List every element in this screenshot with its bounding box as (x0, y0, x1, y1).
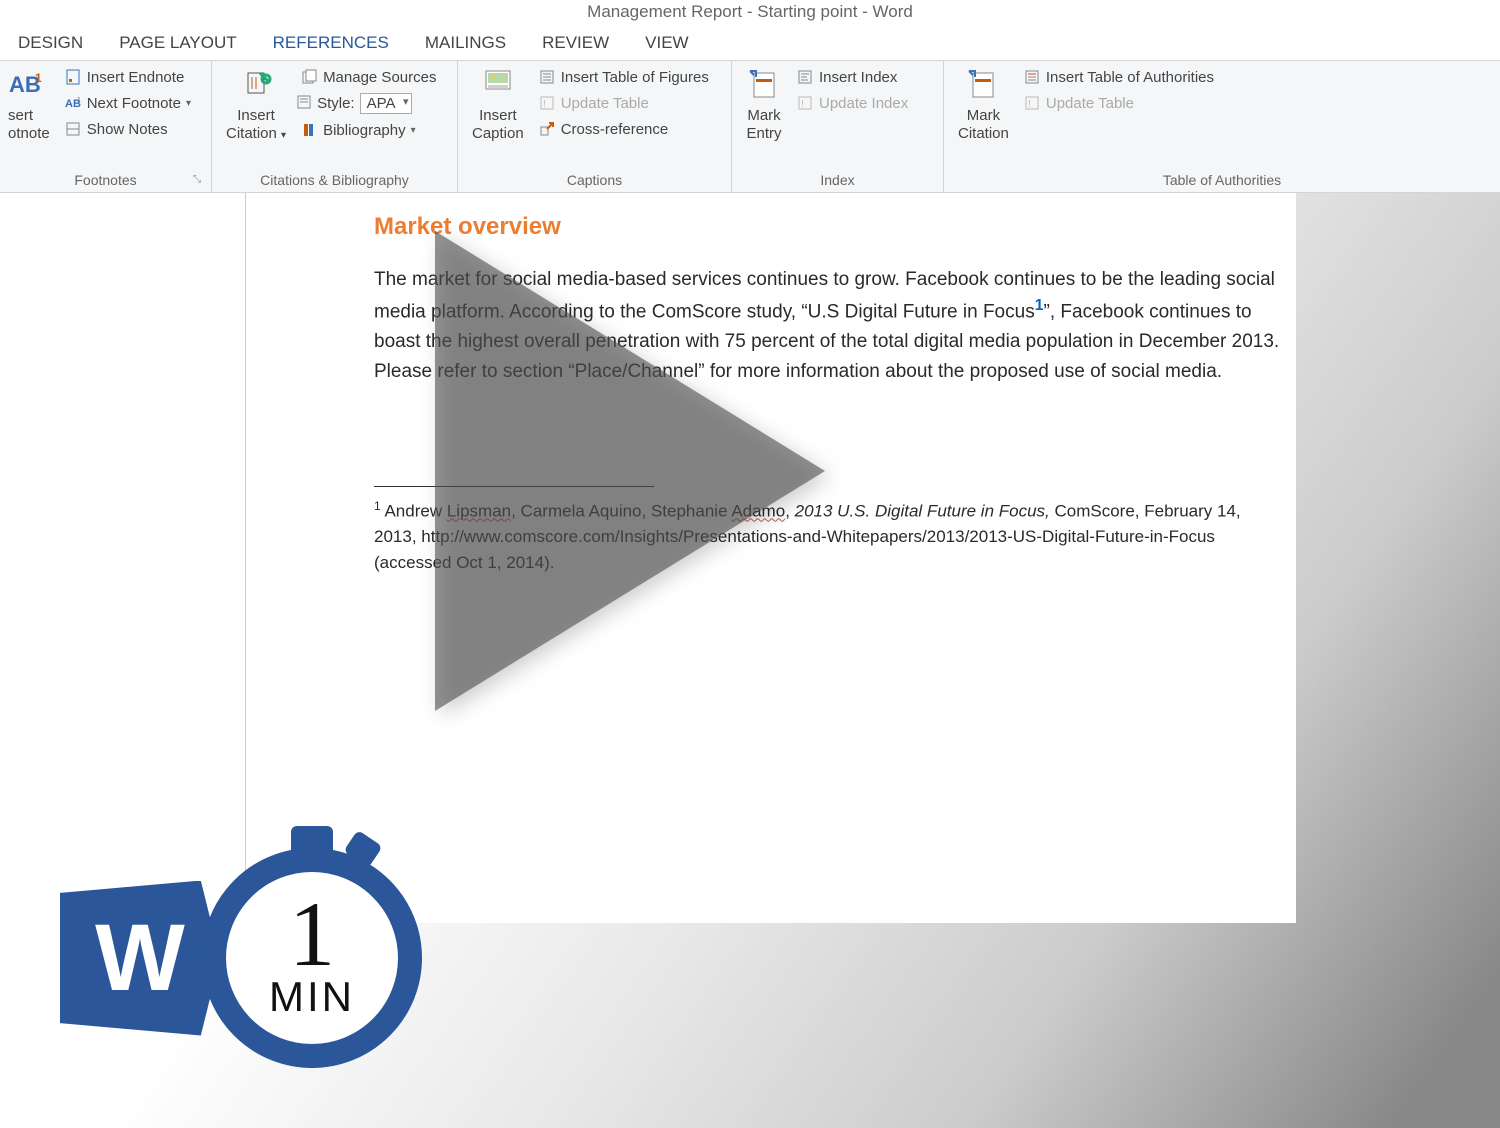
update-index-button[interactable]: ! Update Index (792, 93, 912, 113)
title-bar: Management Report - Starting point - Wor… (0, 0, 1500, 26)
stopwatch-number: 1 (289, 895, 335, 973)
footnote-icon: AB1 (8, 67, 44, 103)
update-index-icon: ! (796, 94, 814, 112)
update-table-authorities-button[interactable]: ! Update Table (1019, 93, 1218, 113)
video-badge: W 1 MIN (60, 848, 440, 1068)
tab-design[interactable]: DESIGN (0, 26, 101, 60)
manage-sources-icon (300, 68, 318, 86)
show-notes-icon (64, 120, 82, 138)
insert-index-icon (796, 68, 814, 86)
tab-page-layout[interactable]: PAGE LAYOUT (101, 26, 254, 60)
svg-text:!: ! (801, 99, 804, 110)
tab-view[interactable]: VIEW (627, 26, 706, 60)
group-citations: Insert Citation ▾ Manage Sources Style: … (212, 61, 458, 192)
style-icon (296, 94, 312, 114)
group-captions: Insert Caption Insert Table of Figures !… (458, 61, 732, 192)
group-label-captions: Captions (466, 170, 723, 192)
footnotes-launcher-icon[interactable]: ⤡ (193, 174, 201, 185)
cross-reference-button[interactable]: Cross-reference (534, 119, 713, 139)
bibliography-button[interactable]: Bibliography ▾ (296, 120, 440, 140)
mark-entry-button[interactable]: Mark Entry (740, 65, 788, 145)
stopwatch-icon: 1 MIN (202, 848, 422, 1068)
document-area[interactable]: Market overview The market for social me… (0, 193, 1500, 1128)
play-overlay-icon[interactable] (435, 231, 825, 711)
group-footnotes: AB1 sert otnote Insert Endnote AB1 Next … (0, 61, 212, 192)
next-footnote-button[interactable]: AB1 Next Footnote ▾ (60, 93, 195, 113)
footnote-reference-1[interactable]: 1 (1035, 297, 1044, 314)
ribbon: AB1 sert otnote Insert Endnote AB1 Next … (0, 61, 1500, 193)
svg-text:1: 1 (35, 71, 42, 85)
insert-footnote-button[interactable]: AB1 sert otnote (8, 65, 56, 145)
show-notes-button[interactable]: Show Notes (60, 119, 195, 139)
update-table-icon: ! (538, 94, 556, 112)
group-label-index: Index (740, 170, 935, 192)
group-label-footnotes: Footnotes ⤡ (8, 170, 203, 192)
insert-index-button[interactable]: Insert Index (792, 67, 912, 87)
group-label-citations: Citations & Bibliography (220, 170, 449, 192)
tab-review[interactable]: REVIEW (524, 26, 627, 60)
endnote-icon (64, 68, 82, 86)
citation-style-row: Style: APA (296, 93, 440, 114)
svg-text:!: ! (1028, 99, 1031, 110)
tab-mailings[interactable]: MAILINGS (407, 26, 524, 60)
update-table-auth-icon: ! (1023, 94, 1041, 112)
group-authorities: Mark Citation Insert Table of Authoritie… (944, 61, 1500, 192)
insert-endnote-button[interactable]: Insert Endnote (60, 67, 195, 87)
bibliography-icon (300, 121, 318, 139)
manage-sources-button[interactable]: Manage Sources (296, 67, 440, 87)
svg-text:1: 1 (77, 97, 81, 104)
cross-reference-icon (538, 120, 556, 138)
mark-entry-icon (746, 67, 782, 103)
mark-citation-icon (965, 67, 1001, 103)
next-footnote-icon: AB1 (64, 94, 82, 112)
citation-icon (238, 67, 274, 103)
mark-citation-button[interactable]: Mark Citation (952, 65, 1015, 145)
svg-text:!: ! (543, 99, 546, 110)
window-title: Management Report - Starting point - Wor… (587, 2, 913, 21)
insert-table-of-figures-button[interactable]: Insert Table of Figures (534, 67, 713, 87)
citation-style-select[interactable]: APA (360, 93, 413, 114)
ribbon-tabs: DESIGN PAGE LAYOUT REFERENCES MAILINGS R… (0, 26, 1500, 61)
stopwatch-unit: MIN (269, 973, 355, 1021)
tab-references[interactable]: REFERENCES (255, 26, 407, 60)
caption-icon (480, 67, 516, 103)
table-figures-icon (538, 68, 556, 86)
group-label-authorities: Table of Authorities (952, 170, 1492, 192)
insert-caption-button[interactable]: Insert Caption (466, 65, 530, 145)
update-table-captions-button[interactable]: ! Update Table (534, 93, 713, 113)
word-logo-icon: W (60, 881, 220, 1036)
group-index: Mark Entry Insert Index ! Update Index I… (732, 61, 944, 192)
insert-citation-button[interactable]: Insert Citation ▾ (220, 65, 292, 145)
table-authorities-icon (1023, 68, 1041, 86)
insert-table-of-authorities-button[interactable]: Insert Table of Authorities (1019, 67, 1218, 87)
